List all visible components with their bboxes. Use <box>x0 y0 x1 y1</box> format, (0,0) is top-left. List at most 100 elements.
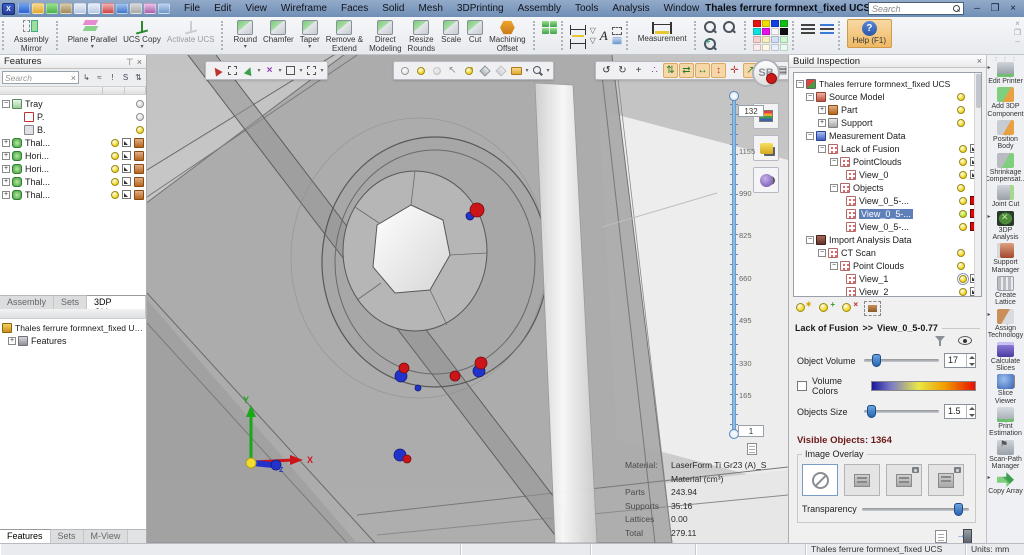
visibility-bulb-icon[interactable] <box>959 145 967 153</box>
isolate-frame-icon[interactable] <box>864 301 881 316</box>
title-search-box[interactable]: Search <box>868 2 964 15</box>
exit-icon[interactable] <box>957 529 972 543</box>
home-icon[interactable] <box>60 3 72 14</box>
sidebar-item-assign-technology[interactable]: Assign Technology <box>987 309 1024 340</box>
slider-bottom-value[interactable]: 1 <box>738 425 764 437</box>
z-range-slider[interactable]: 132 1 1155 990 825 660 495 330 165 <box>730 91 786 443</box>
defect-red-point[interactable] <box>403 455 411 463</box>
image-note-icon[interactable] <box>612 37 622 45</box>
bulb-remove-icon[interactable]: × <box>841 301 858 316</box>
dropdown-icon[interactable]: ▾ <box>257 67 261 74</box>
visibility-bulb-icon[interactable] <box>957 93 965 101</box>
tree-item-object[interactable]: Thal... <box>0 188 146 201</box>
window-select-icon[interactable] <box>283 63 298 78</box>
save-report-icon[interactable] <box>935 530 947 543</box>
visibility-bulb-icon[interactable] <box>111 165 119 173</box>
expand-icon[interactable] <box>2 152 10 160</box>
machining-offset-button[interactable]: Machining Offset <box>486 19 528 55</box>
remove-extend-button[interactable]: Remove & Extend <box>323 19 366 55</box>
objects-size-slider[interactable] <box>864 410 939 413</box>
scale-button[interactable]: Scale <box>438 19 464 46</box>
cut-button[interactable]: Cut <box>464 19 486 46</box>
special-paste-icon[interactable] <box>144 3 156 14</box>
bulb-highlight-icon[interactable]: ✶ <box>795 301 812 316</box>
bi-view1[interactable]: View_1 <box>794 272 981 285</box>
plane-parallel-button[interactable]: Plane Parallel ▾ <box>65 19 120 50</box>
material-box-icon[interactable] <box>134 151 144 161</box>
material-box-icon[interactable] <box>134 190 144 200</box>
transform-icon[interactable]: ✛ <box>727 63 742 78</box>
line-weight-icon[interactable] <box>801 21 815 34</box>
expand-icon[interactable] <box>806 93 814 101</box>
tab-3dp-objects[interactable]: 3DP Objects <box>87 295 146 309</box>
select-cursor-icon[interactable] <box>209 63 224 78</box>
bi-lack-of-fusion[interactable]: Lack of Fusion <box>794 142 981 155</box>
view-badge[interactable]: SB <box>752 59 780 87</box>
clipboard-icon[interactable] <box>102 3 114 14</box>
bi-view05-a[interactable]: View_0_5-... <box>794 194 981 207</box>
overlay-ct-button[interactable] <box>844 464 880 496</box>
direct-modeling-button[interactable]: Direct Modeling <box>366 19 404 55</box>
window-select2-icon[interactable] <box>304 63 319 78</box>
zoom-to-icon[interactable] <box>122 190 131 199</box>
activate-ucs-button[interactable]: Activate UCS <box>164 19 218 46</box>
menu-view[interactable]: View <box>239 2 273 15</box>
tree-item-b[interactable]: B. <box>0 123 146 136</box>
bi-root[interactable]: Thales ferrure formnext_fixed UCS <box>794 77 981 90</box>
restore-button[interactable]: ❐ <box>988 3 1002 15</box>
line-style-icon[interactable] <box>820 21 834 34</box>
tree-item-root[interactable]: Thales ferrure formnext_fixed UCS <box>0 321 146 334</box>
tree-item-p[interactable]: P. <box>0 110 146 123</box>
overlay-slices-button[interactable] <box>886 464 922 496</box>
expand-icon[interactable] <box>806 132 814 140</box>
save-icon[interactable] <box>18 3 30 14</box>
wave-filter-icon[interactable]: ≈ <box>94 72 105 84</box>
sidebar-item-print-estimation[interactable]: Print Estimation <box>987 407 1024 438</box>
clear-search-icon[interactable]: × <box>71 73 76 83</box>
redo-icon[interactable] <box>130 3 142 14</box>
dropdown-icon[interactable]: ▾ <box>320 67 324 74</box>
bi-source-model[interactable]: Source Model <box>794 90 981 103</box>
bi-support[interactable]: Support <box>794 116 981 129</box>
material-doc-icon[interactable] <box>747 443 757 455</box>
tree-item-features[interactable]: Features <box>0 334 146 347</box>
bi-view0[interactable]: View_0 <box>794 168 981 181</box>
lasso-select-icon[interactable] <box>241 63 256 78</box>
tab-sets2[interactable]: Sets <box>51 530 84 543</box>
defect-blue-point[interactable] <box>415 385 421 391</box>
diamond-show-icon[interactable] <box>477 63 492 78</box>
ribbon-window-controls[interactable]: ×❐– <box>1014 19 1021 46</box>
transparency-slider[interactable] <box>862 508 969 511</box>
bi-point-clouds[interactable]: Point Clouds <box>794 259 981 272</box>
visibility-bulb-icon[interactable] <box>111 191 119 199</box>
material-box-icon[interactable] <box>134 138 144 148</box>
tab-assembly[interactable]: Assembly <box>0 296 54 309</box>
expand-icon[interactable] <box>818 145 826 153</box>
zoom-out-icon[interactable] <box>722 20 736 34</box>
sidebar-item-create-lattice[interactable]: Create Lattice <box>987 276 1024 307</box>
rotate-axis-icon[interactable]: ↻ <box>615 63 630 78</box>
chamfer-button[interactable]: Chamfer <box>260 19 297 46</box>
pattern-tools-icon[interactable] <box>542 21 557 34</box>
expand-icon[interactable] <box>2 100 10 108</box>
search-icon[interactable] <box>953 5 960 12</box>
bi-objects[interactable]: Objects <box>794 181 981 194</box>
help-button[interactable]: ? Help (F1) <box>847 19 892 48</box>
bi-view2[interactable]: View_2 <box>794 285 981 297</box>
visibility-bulb-icon[interactable] <box>959 158 967 166</box>
sidebar-item-position-body[interactable]: Position Body <box>987 120 1024 151</box>
visibility-bulb-icon[interactable] <box>959 275 967 283</box>
visibility-bulb-icon[interactable] <box>136 113 144 121</box>
dropdown-icon[interactable]: ▾ <box>299 67 303 74</box>
bi-part[interactable]: Part <box>794 103 981 116</box>
sidebar-item-joint-cut[interactable]: Joint Cut <box>987 185 1024 208</box>
slider-top-value[interactable]: 132 <box>738 105 764 117</box>
zoom-to-icon[interactable] <box>122 164 131 173</box>
sidebar-item-shrinkage[interactable]: Shrinkage Compensat... <box>987 153 1024 184</box>
visibility-bulb-icon[interactable] <box>959 210 967 218</box>
sidebar-grip[interactable]: ⋮⋮⋮ <box>992 55 1019 61</box>
menu-solid[interactable]: Solid <box>376 2 410 15</box>
bi-view05-b-selected[interactable]: View_0_5-... <box>794 207 981 220</box>
bi-pointclouds[interactable]: PointClouds <box>794 155 981 168</box>
tree-item-tray[interactable]: Tray <box>0 97 146 110</box>
